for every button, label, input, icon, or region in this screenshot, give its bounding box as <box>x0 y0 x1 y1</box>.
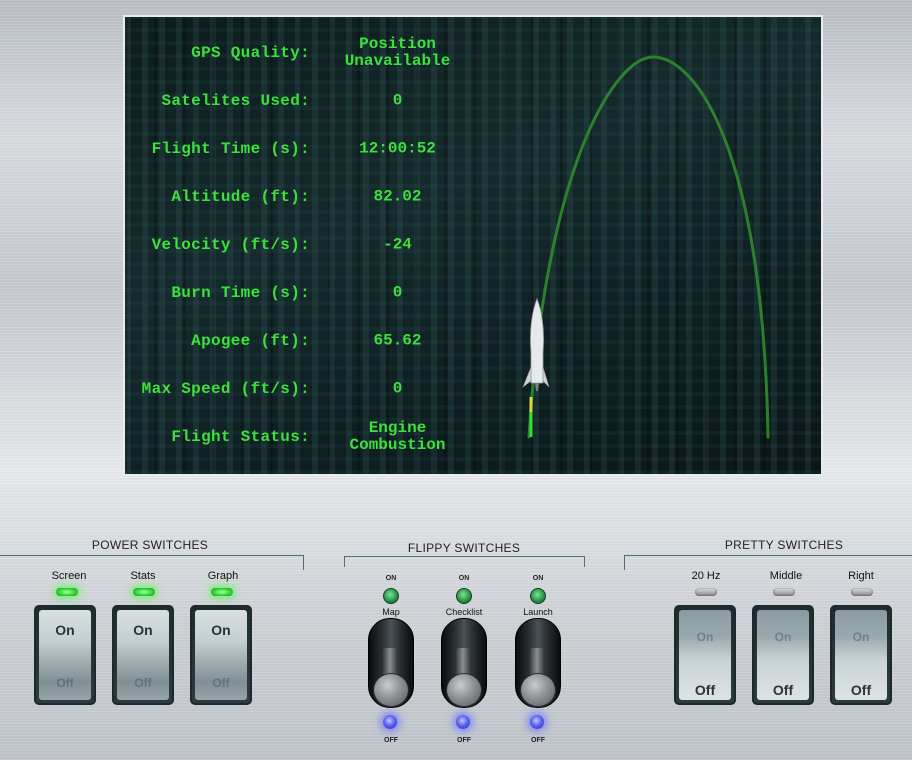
stat-value: 82.02 <box>373 187 422 206</box>
pretty-switch-middle[interactable]: On Off <box>752 605 814 705</box>
rocker-face: On Off <box>757 610 809 700</box>
stat-label: Velocity (ft/s): <box>151 236 310 254</box>
rocket-icon <box>522 297 550 437</box>
pretty-switch-20hz[interactable]: On Off <box>674 605 736 705</box>
toggle-knob <box>446 673 482 707</box>
toggle-off-led-launch <box>530 715 544 729</box>
toggle-on-led-map <box>383 588 399 604</box>
flight-stats-panel: GPS Quality: Position Unavailable Sateli… <box>125 17 465 474</box>
stat-label: Flight Status: <box>171 428 310 446</box>
rocker-off-label: Off <box>850 682 872 698</box>
rocker-face: On Off <box>117 610 169 700</box>
toggle-off-led-map <box>383 715 397 729</box>
pretty-switch-label-right: Right <box>848 570 874 582</box>
stat-value: 12:00:52 <box>359 139 436 158</box>
toggle-label-checklist: Checklist <box>445 607 483 617</box>
power-switch-screen[interactable]: On Off <box>34 605 96 705</box>
stat-row-gps-quality: GPS Quality: Position Unavailable <box>125 33 465 73</box>
pretty-switches-bracket <box>624 555 912 570</box>
flippy-switches-bracket <box>344 556 585 567</box>
power-led-graph <box>211 588 233 596</box>
stat-row-flight-status: Flight Status: Engine Combustion <box>125 417 465 457</box>
rocker-on-label: On <box>55 622 75 638</box>
rocker-on-label: On <box>211 622 231 638</box>
toggle-on-label: ON <box>385 575 397 582</box>
toggle-on-label: ON <box>532 575 544 582</box>
toggle-off-label: OFF <box>531 737 545 744</box>
trajectory-arc <box>527 55 770 439</box>
pretty-switch-label-middle: Middle <box>769 570 803 582</box>
rocker-off-label: Off <box>694 682 716 698</box>
pretty-led-20hz <box>695 588 717 596</box>
stat-value: 0 <box>392 91 403 110</box>
power-led-stats <box>133 588 155 596</box>
stat-label: Satelites Used: <box>161 92 310 110</box>
toggle-label-launch: Launch <box>523 607 553 617</box>
toggle-knob <box>520 673 556 707</box>
rocker-on-label: On <box>774 630 792 644</box>
toggle-on-led-launch <box>530 588 546 604</box>
power-switch-label-graph: Graph <box>207 570 239 582</box>
stat-label: Altitude (ft): <box>171 188 310 206</box>
pretty-switch-label-20hz: 20 Hz <box>691 570 721 582</box>
rocker-off-label: Off <box>212 676 230 690</box>
pretty-led-middle <box>773 588 795 596</box>
trajectory-graph <box>522 55 770 439</box>
rocker-face: On Off <box>679 610 731 700</box>
rocker-off-label: Off <box>772 682 794 698</box>
stat-label: Flight Time (s): <box>151 140 310 158</box>
stat-value: 0 <box>392 379 403 398</box>
rocker-on-label: On <box>696 630 714 644</box>
power-switch-stats[interactable]: On Off <box>112 605 174 705</box>
stat-row-burn-time: Burn Time (s): 0 <box>125 273 465 313</box>
stat-row-velocity: Velocity (ft/s): -24 <box>125 225 465 265</box>
pretty-switch-right[interactable]: On Off <box>830 605 892 705</box>
stat-row-altitude: Altitude (ft): 82.02 <box>125 177 465 217</box>
power-switch-label-stats: Stats <box>130 570 156 582</box>
stat-row-satellites-used: Satelites Used: 0 <box>125 81 465 121</box>
stat-label: Apogee (ft): <box>191 332 310 350</box>
power-switches-bracket <box>0 555 304 570</box>
power-switch-graph[interactable]: On Off <box>190 605 252 705</box>
stat-value: 65.62 <box>373 331 422 350</box>
stat-row-flight-time: Flight Time (s): 12:00:52 <box>125 129 465 169</box>
power-led-screen <box>56 588 78 596</box>
power-switch-label-screen: Screen <box>51 570 87 582</box>
stat-label: GPS Quality: <box>191 44 310 62</box>
flippy-switches-title: FLIPPY SWITCHES <box>407 541 521 555</box>
flight-display-screen: GPS Quality: Position Unavailable Sateli… <box>123 15 823 476</box>
rocker-on-label: On <box>852 630 870 644</box>
stat-value: Position Unavailable <box>344 35 451 70</box>
stat-value: 0 <box>392 283 403 302</box>
pretty-switches-title: PRETTY SWITCHES <box>724 538 844 552</box>
pretty-led-right <box>851 588 873 596</box>
rocker-face: On Off <box>195 610 247 700</box>
stat-value: Engine Combustion <box>349 419 446 454</box>
rocker-on-label: On <box>133 622 153 638</box>
stat-row-max-speed: Max Speed (ft/s): 0 <box>125 369 465 409</box>
toggle-knob <box>373 673 409 707</box>
stat-label: Max Speed (ft/s): <box>141 380 310 398</box>
toggle-off-label: OFF <box>457 737 471 744</box>
toggle-label-map: Map <box>382 607 400 617</box>
toggle-on-label: ON <box>458 575 470 582</box>
stat-row-apogee: Apogee (ft): 65.62 <box>125 321 465 361</box>
rocker-off-label: Off <box>134 676 152 690</box>
toggle-on-led-checklist <box>456 588 472 604</box>
toggle-off-led-checklist <box>456 715 470 729</box>
power-switches-title: POWER SWITCHES <box>91 538 209 552</box>
rocker-off-label: Off <box>56 676 74 690</box>
toggle-off-label: OFF <box>384 737 398 744</box>
rocker-face: On Off <box>39 610 91 700</box>
stat-value: -24 <box>383 235 412 254</box>
rocker-face: On Off <box>835 610 887 700</box>
stat-label: Burn Time (s): <box>171 284 310 302</box>
